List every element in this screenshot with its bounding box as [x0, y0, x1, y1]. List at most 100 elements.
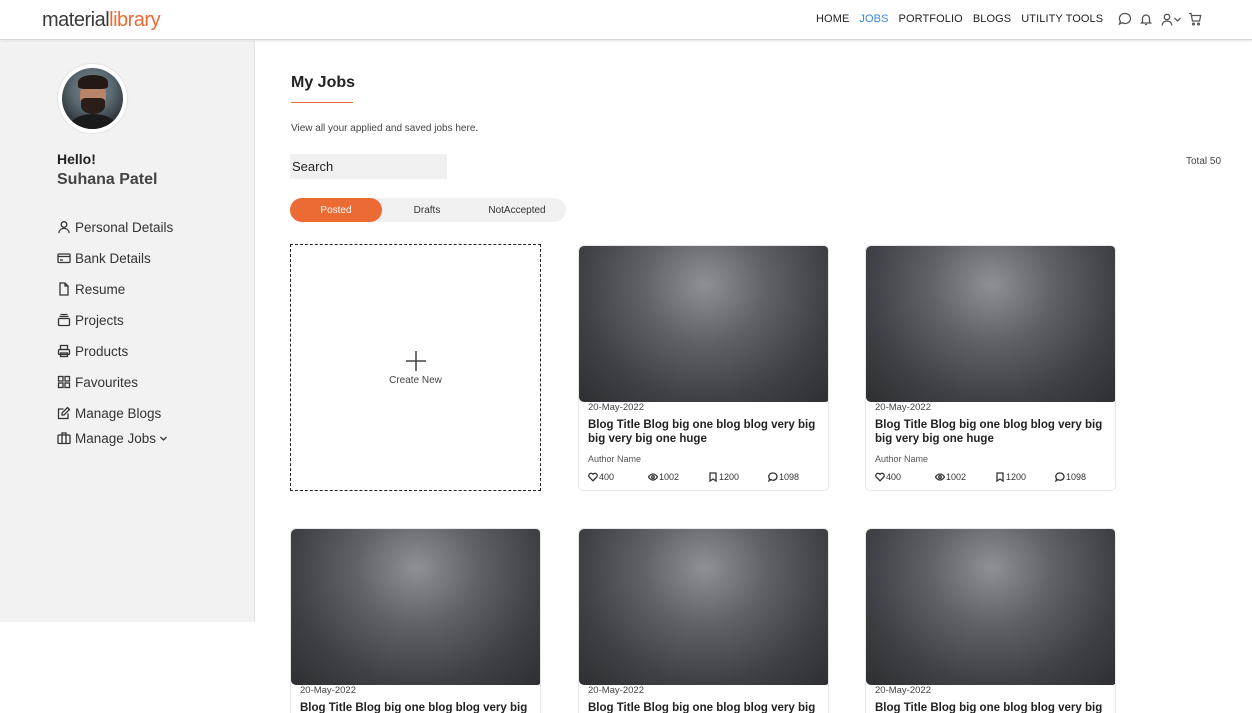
chevron-down-icon	[1173, 17, 1181, 22]
sidebar-item-manage-jobs[interactable]: Manage Jobs	[57, 428, 173, 448]
card-image	[866, 246, 1115, 402]
bookmark-icon	[996, 472, 1004, 482]
nav-jobs[interactable]: JOBS	[859, 12, 888, 26]
heart-icon	[875, 472, 885, 482]
sidebar-item-label: Products	[75, 343, 129, 359]
views-stat: 1002	[935, 472, 995, 482]
plus-icon	[405, 350, 427, 372]
job-card[interactable]: 20-May-2022 Blog Title Blog big one blog…	[865, 245, 1116, 491]
comments-count: 1098	[1066, 472, 1087, 482]
job-card[interactable]: 20-May-2022 Blog Title Blog big one blog…	[865, 528, 1116, 713]
card-author: Author Name	[875, 454, 929, 464]
card-date: 20-May-2022	[875, 402, 931, 413]
create-new-card[interactable]: Create New	[290, 244, 541, 491]
tab-posted[interactable]: Posted	[290, 198, 382, 222]
job-card[interactable]: 20-May-2022 Blog Title Blog big one blog…	[578, 528, 829, 713]
card-author: Author Name	[588, 454, 642, 464]
sidebar-item-label: Bank Details	[75, 250, 151, 266]
tab-drafts[interactable]: Drafts	[382, 198, 472, 222]
sidebar-item-manage-blogs[interactable]: Manage Blogs	[57, 403, 173, 423]
logo[interactable]: materiallibrary	[42, 7, 161, 33]
total-count: Total 50	[1186, 156, 1222, 167]
search-input[interactable]	[290, 154, 447, 179]
card-stats: 400 1002 1200 1098	[588, 472, 828, 482]
header-icons	[1117, 11, 1208, 27]
sidebar-item-label: Favourites	[75, 374, 139, 390]
sidebar-item-bank-details[interactable]: Bank Details	[57, 248, 173, 268]
nav-blogs[interactable]: BLOGS	[973, 12, 1011, 26]
card-date: 20-May-2022	[875, 685, 931, 696]
card-image	[579, 246, 828, 402]
sidebar-item-projects[interactable]: Projects	[57, 310, 173, 330]
job-card[interactable]: 20-May-2022 Blog Title Blog big one blog…	[290, 528, 541, 713]
comments-stat[interactable]: 1098	[768, 472, 828, 482]
logo-text-material: material	[42, 9, 110, 31]
nav-utility-tools[interactable]: UTILITY TOOLS	[1021, 12, 1103, 26]
saves-stat[interactable]: 1200	[708, 472, 768, 482]
sidebar-menu: Personal Details Bank Details Resume Pro…	[57, 217, 173, 459]
sidebar-item-personal-details[interactable]: Personal Details	[57, 217, 173, 237]
page-title: My Jobs	[291, 74, 356, 91]
comment-icon	[1055, 472, 1065, 482]
page-subtitle: View all your applied and saved jobs her…	[291, 123, 479, 134]
cart-icon[interactable]	[1187, 11, 1203, 27]
card-date: 20-May-2022	[300, 685, 356, 696]
grid-icon	[57, 375, 71, 389]
heart-icon	[588, 472, 598, 482]
sidebar-item-label: Projects	[75, 312, 124, 328]
title-underline	[291, 102, 353, 103]
views-count: 1002	[946, 472, 967, 482]
tab-notaccepted[interactable]: NotAccepted	[472, 198, 562, 222]
card-stats: 400 1002 1200 1098	[875, 472, 1115, 482]
file-icon	[59, 282, 69, 296]
card-title[interactable]: Blog Title Blog big one blog blog very b…	[588, 418, 819, 446]
saves-stat[interactable]: 1200	[995, 472, 1055, 482]
sidebar-item-resume[interactable]: Resume	[57, 279, 173, 299]
job-card[interactable]: 20-May-2022 Blog Title Blog big one blog…	[578, 245, 829, 491]
stack-icon	[57, 313, 71, 327]
chevron-down-icon	[160, 436, 168, 441]
printer-icon	[57, 344, 71, 358]
avatar-photo	[62, 68, 123, 129]
likes-count: 400	[886, 472, 902, 482]
bookmark-icon	[709, 472, 717, 482]
card-image	[291, 529, 540, 685]
comments-count: 1098	[779, 472, 800, 482]
nav-home[interactable]: HOME	[816, 12, 849, 26]
eye-icon	[935, 473, 945, 481]
greeting: Hello!	[57, 151, 96, 167]
main-nav: HOME JOBS PORTFOLIO BLOGS UTILITY TOOLS	[816, 12, 1113, 26]
card-date: 20-May-2022	[588, 685, 644, 696]
chat-icon[interactable]	[1117, 11, 1133, 27]
card-title[interactable]: Blog Title Blog big one blog blog very b…	[875, 701, 1106, 713]
user-menu-button[interactable]	[1159, 11, 1183, 27]
likes-stat[interactable]: 400	[875, 472, 935, 482]
saves-count: 1200	[1006, 472, 1027, 482]
card-title[interactable]: Blog Title Blog big one blog blog very b…	[875, 418, 1106, 446]
bell-icon[interactable]	[1138, 11, 1154, 27]
user-name: Suhana Patel	[57, 171, 158, 188]
job-status-tabs: Posted Drafts NotAccepted	[290, 198, 566, 222]
eye-icon	[648, 473, 658, 481]
logo-text-library: library	[109, 9, 161, 31]
nav-portfolio[interactable]: PORTFOLIO	[899, 12, 963, 26]
card-title[interactable]: Blog Title Blog big one blog blog very b…	[300, 701, 531, 713]
user-icon	[58, 221, 70, 234]
sidebar-item-favourites[interactable]: Favourites	[57, 372, 173, 392]
card-image	[579, 529, 828, 685]
views-count: 1002	[659, 472, 680, 482]
sidebar-item-label: Resume	[75, 281, 126, 297]
sidebar-item-label: Manage Blogs	[75, 405, 162, 421]
user-icon	[1160, 13, 1173, 26]
likes-stat[interactable]: 400	[588, 472, 648, 482]
edit-icon	[57, 406, 71, 420]
saves-count: 1200	[719, 472, 740, 482]
comments-stat[interactable]: 1098	[1055, 472, 1115, 482]
card-title[interactable]: Blog Title Blog big one blog blog very b…	[588, 701, 819, 713]
likes-count: 400	[599, 472, 615, 482]
sidebar-item-label: Manage Jobs	[75, 430, 157, 446]
card-image	[866, 529, 1115, 685]
sidebar-item-products[interactable]: Products	[57, 341, 173, 361]
views-stat: 1002	[648, 472, 708, 482]
avatar[interactable]	[58, 64, 127, 133]
